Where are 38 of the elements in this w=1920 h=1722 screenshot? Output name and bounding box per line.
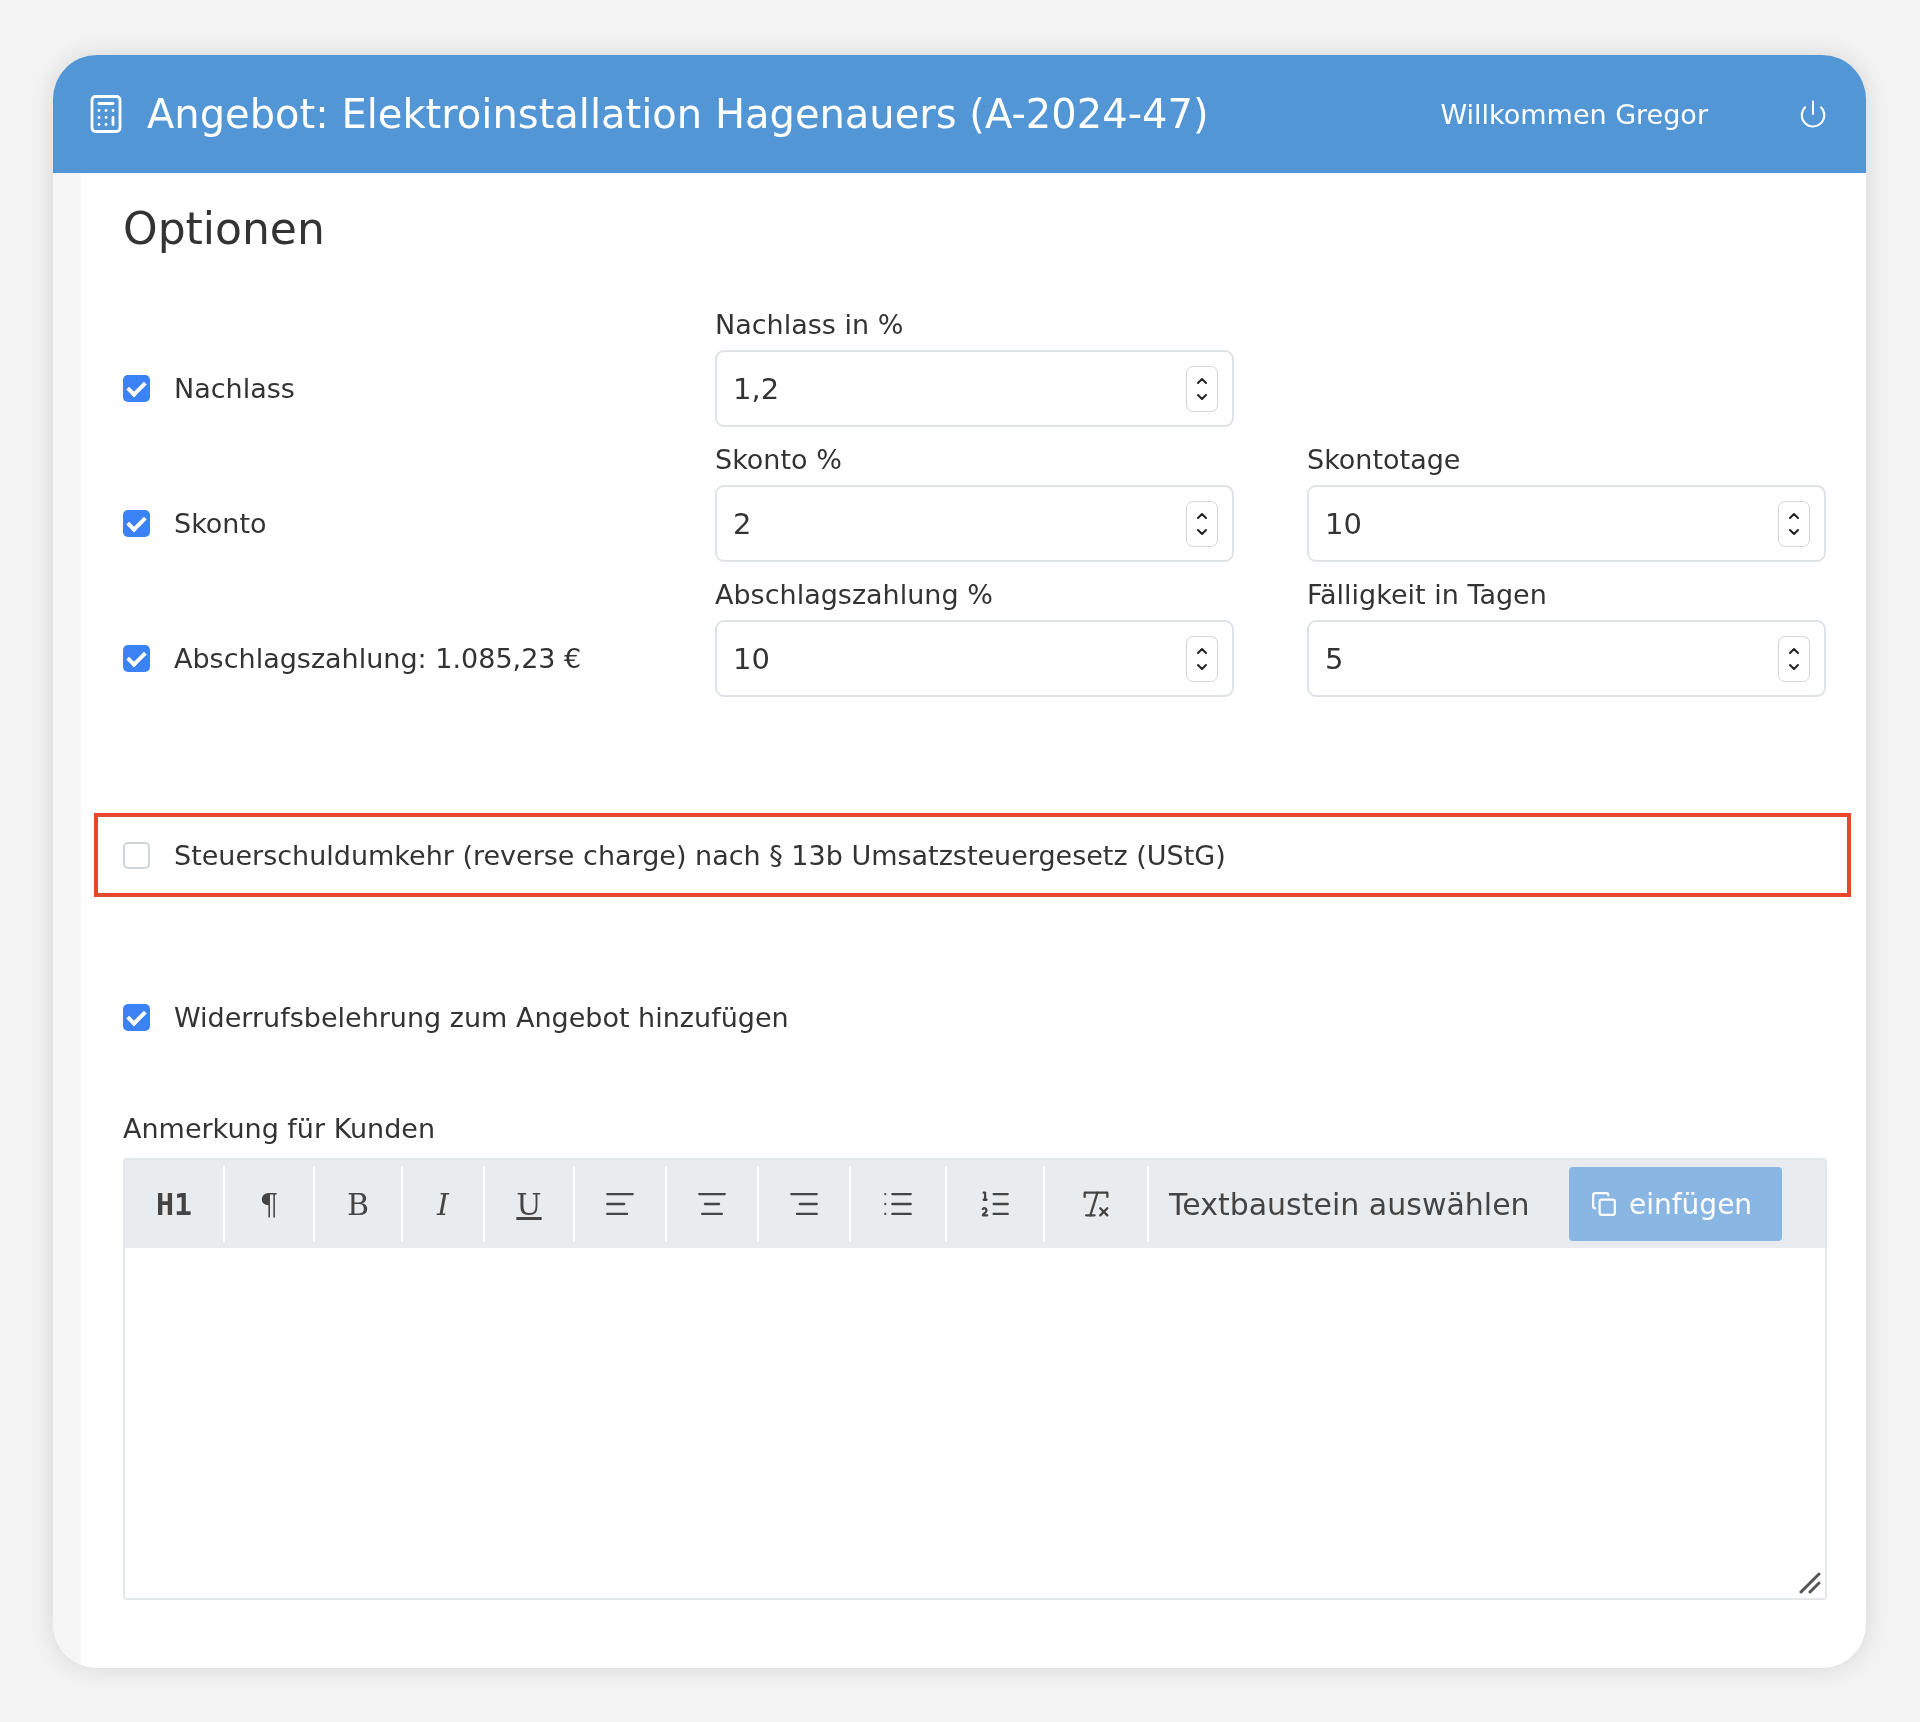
field-label: Skonto % [715, 443, 843, 477]
number-input[interactable]: 5 [1307, 620, 1826, 697]
spinner-icon[interactable] [1778, 635, 1810, 682]
snippet-select[interactable]: Textbaustein auswählen [1149, 1166, 1569, 1242]
spinner-icon[interactable] [1186, 365, 1218, 412]
checkbox[interactable] [123, 375, 150, 402]
checkbox[interactable] [123, 510, 150, 537]
number-input[interactable]: 2 [715, 485, 1234, 562]
checkbox[interactable] [123, 841, 150, 869]
spinner-icon[interactable] [1186, 635, 1218, 682]
checkbox-label: Nachlass [174, 373, 295, 404]
resize-handle-icon[interactable] [1799, 1572, 1821, 1594]
checkbox-label: Widerrufsbelehrung zum Angebot hinzufügen [174, 1002, 789, 1033]
spinner-icon[interactable] [1778, 500, 1810, 547]
spinner-icon[interactable] [1186, 500, 1218, 547]
copy-icon [1591, 1191, 1617, 1217]
number-input[interactable]: 10 [1307, 485, 1826, 562]
checkbox[interactable] [123, 645, 150, 672]
section-title: Optionen [123, 203, 326, 254]
underline-button[interactable]: U [485, 1166, 575, 1242]
checkbox-label: Steuerschuldumkehr (reverse charge) nach § 13b Umsatzsteuergesetz (UStG) [174, 839, 1226, 871]
window-title: Angebot: Elektroinstallation Hagenauers (A-2024-47) [147, 91, 1210, 137]
number-input[interactable]: 1,2 [715, 350, 1234, 427]
bold-button[interactable]: B [315, 1166, 403, 1242]
checkbox-label: Skonto [174, 508, 267, 539]
italic-button[interactable]: I [403, 1166, 485, 1242]
field-label: Skontotage [1307, 443, 1462, 477]
power-icon[interactable] [1798, 99, 1828, 129]
welcome-text: Willkommen Gregor [1440, 98, 1708, 130]
field-label: Anmerkung für Kunden [123, 1113, 436, 1144]
field-label: Nachlass in % [715, 308, 905, 342]
field-label: Fälligkeit in Tagen [1307, 578, 1548, 612]
heading-button[interactable]: H1 [125, 1166, 225, 1242]
field-label: Abschlagszahlung % [715, 578, 994, 612]
paragraph-button[interactable]: ¶ [225, 1166, 315, 1242]
number-input[interactable]: 10 [715, 620, 1234, 697]
checkbox[interactable] [123, 1004, 150, 1031]
checkbox-label: Abschlagszahlung: 1.085,23 € [174, 643, 582, 674]
